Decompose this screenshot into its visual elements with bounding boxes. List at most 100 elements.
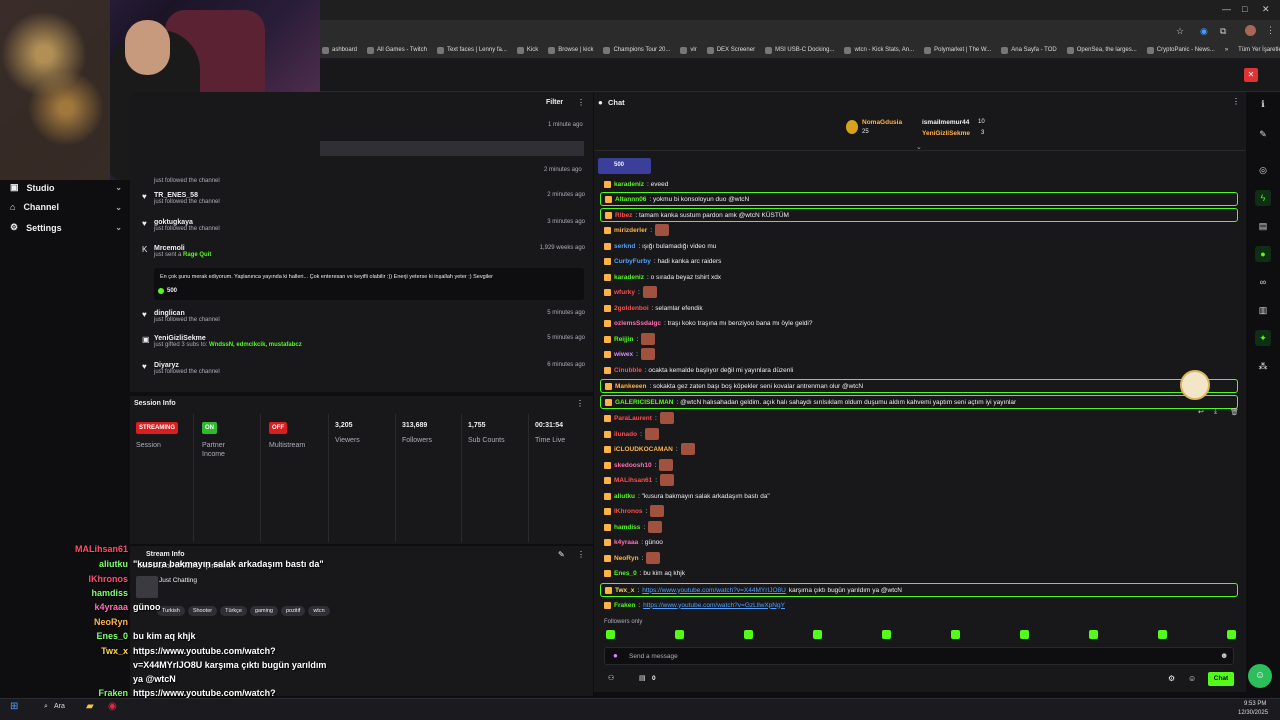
chat-username[interactable]: 2goldenboi [614, 305, 649, 312]
extension-icon[interactable]: ◉ [1200, 26, 1208, 37]
chat-message[interactable]: ozlemsSsdalgc : traşı koko traşına mı be… [604, 317, 812, 329]
maximize-icon[interactable]: □ [1242, 4, 1247, 14]
chat-username[interactable]: Reijjin [614, 336, 634, 343]
bookmark-item[interactable]: Polymarket | The W... [924, 46, 991, 54]
chat-message[interactable]: wfurky : [604, 286, 657, 298]
more-options-icon[interactable]: ⋮ [577, 98, 585, 107]
chat-message[interactable]: Cinubble : ocakta kemalde başlıyor değil… [604, 364, 793, 376]
chat-message[interactable]: serknd : ışığı bulamadığı video mu [604, 240, 716, 252]
kick-logo-icon[interactable]: ✕ [1244, 68, 1258, 82]
chat-username[interactable]: wiwex [614, 351, 633, 358]
chat-message[interactable]: hamdiss : [604, 521, 663, 533]
chat-message[interactable]: Fraken : https://www.youtube.com/watch?v… [604, 599, 788, 611]
chat-message[interactable]: NeoRyn : [604, 552, 661, 564]
chat-message[interactable]: Altannn06 : yokmu bi konsoloyun duo @wtc… [600, 192, 1238, 206]
quick-emote-icon[interactable] [1158, 630, 1167, 639]
bookmarks-overflow[interactable]: » [1225, 47, 1228, 53]
chat-message[interactable]: Rlbez : tamam kanka sustum pardon amk @w… [600, 208, 1238, 222]
chat-message[interactable]: Reijjin : [604, 333, 656, 345]
chrome-icon[interactable]: ◉ [108, 701, 117, 712]
taskbar-search-label[interactable]: Ara [54, 703, 65, 710]
chat-username[interactable]: ozlemsSsdalgc [614, 320, 661, 327]
info-icon[interactable]: ℹ [1255, 96, 1271, 112]
bookmark-item[interactable]: Browse | kick [548, 46, 593, 54]
chat-link[interactable]: https://www.youtube.com/watch?v=X44MYrIJ… [642, 587, 786, 594]
minimize-icon[interactable]: — [1222, 4, 1231, 14]
bookmark-item[interactable]: MSI USB-C Docking... [765, 46, 834, 54]
link-icon[interactable]: ∞ [1255, 274, 1271, 290]
chat-username[interactable]: Fraken [614, 602, 635, 609]
chat-input[interactable]: ● Send a message ☻ [604, 647, 1234, 665]
chat-bubble-icon[interactable]: ● [1255, 246, 1271, 262]
more-options-icon[interactable]: ⋮ [576, 399, 584, 408]
camera-icon[interactable]: ◎ [1255, 162, 1271, 178]
chat-message[interactable]: k4yraaa : günoo [604, 536, 663, 548]
nav-studio[interactable]: ▣ Studio ⌄ [10, 182, 122, 193]
activity-row[interactable]: ♥ TR_ENES_58 just followed the channel 2… [142, 192, 587, 205]
chat-username[interactable]: k4yraaa [614, 539, 638, 546]
folder-icon[interactable]: ▰ [86, 701, 94, 712]
filter-button[interactable]: Filter [546, 99, 563, 106]
quick-emote-icon[interactable] [882, 630, 891, 639]
chat-message[interactable]: mirizderler : [604, 224, 670, 236]
bookmark-item[interactable]: Ana Sayfa - TOD [1001, 46, 1057, 54]
bookmark-item[interactable]: Kick [516, 46, 538, 54]
bookmark-item[interactable]: Champions Tour 20... [603, 46, 670, 54]
more-options-icon[interactable]: ⋮ [1232, 97, 1240, 106]
bookmark-item[interactable]: Text faces | Lenny fa... [436, 46, 507, 54]
kicks-toggle-icon[interactable]: ⚇ [608, 674, 614, 682]
bookmark-item[interactable]: wtcn - Kick Stats, An... [844, 46, 914, 54]
bookmark-item[interactable]: vlr [680, 46, 697, 54]
chat-username[interactable]: iCLOUDKOCAMAN [614, 446, 673, 453]
chat-message[interactable]: GALERICISELMAN : @wtcN halısahadan geldi… [600, 395, 1238, 409]
chat-username[interactable]: karadeniz [614, 274, 644, 281]
assistant-bubble-icon[interactable]: ☺ [1248, 664, 1272, 688]
chat-message[interactable]: IKhronos : [604, 505, 665, 517]
chat-message[interactable]: iCLOUDKOCAMAN : [604, 443, 695, 455]
lightning-icon[interactable]: ϟ [1255, 190, 1271, 206]
chat-username[interactable]: NeoRyn [614, 555, 639, 562]
chat-message[interactable]: Twx_x : https://www.youtube.com/watch?v=… [600, 583, 1238, 597]
chat-username[interactable]: skedoosh10 [614, 462, 652, 469]
chat-username[interactable]: IKhronos [614, 508, 643, 515]
gift-icon[interactable]: ▤ [639, 674, 646, 682]
settings-icon[interactable]: ⚙ [1168, 674, 1175, 683]
reply-icon[interactable]: ↩ [1198, 408, 1204, 416]
emoji-icon[interactable]: ☻ [1220, 651, 1228, 660]
quick-emote-icon[interactable] [1227, 630, 1236, 639]
bookmark-item[interactable]: CryptoPanic - News... [1146, 46, 1215, 54]
activity-row[interactable]: ♥ Diyaryz just followed the channel 6 mi… [142, 362, 587, 375]
edit-icon[interactable]: ✎ [1255, 126, 1271, 142]
users-icon[interactable]: ☺ [1188, 674, 1196, 683]
mic-icon[interactable]: ● [613, 651, 618, 660]
chat-username[interactable]: MALihsan61 [614, 477, 652, 484]
wrench-icon[interactable]: ✦ [1255, 330, 1271, 346]
pin-icon[interactable]: ⤓ [1214, 408, 1217, 416]
quick-emote-icon[interactable] [1020, 630, 1029, 639]
nav-channel[interactable]: ⌂ Channel ⌄ [10, 202, 122, 212]
tools-icon[interactable]: ▥ [1255, 302, 1271, 318]
network-icon[interactable]: ⁂ [1255, 358, 1271, 374]
activity-row[interactable]: ▣ YeniGizliSekme just gifted 3 subs to: … [142, 335, 587, 348]
close-icon[interactable]: ✕ [1262, 4, 1270, 15]
nav-settings[interactable]: ⚙ Settings ⌄ [10, 222, 122, 233]
quick-emote-icon[interactable] [813, 630, 822, 639]
chat-link[interactable]: https://www.youtube.com/watch?v=GzLllwXp… [643, 602, 785, 609]
edit-icon[interactable]: ✎ [558, 550, 565, 559]
chat-username[interactable]: Twx_x [615, 587, 634, 594]
chat-username[interactable]: wfurky [614, 289, 635, 296]
quick-emote-icon[interactable] [675, 630, 684, 639]
chat-message[interactable]: karadeniz : eveed [604, 178, 668, 190]
profile-avatar[interactable] [1245, 25, 1256, 36]
chat-username[interactable]: Mankeeen [615, 383, 646, 390]
activity-row[interactable]: ♥ goktugkaya just followed the channel 3… [142, 219, 587, 232]
chat-message[interactable]: Enes_0 : bu kim aq khjk [604, 567, 685, 579]
all-bookmarks[interactable]: Tüm Yer İşaretleri [1238, 47, 1280, 53]
page-icon[interactable]: ▤ [1255, 218, 1271, 234]
bookmark-item[interactable]: DEX Screener [706, 46, 755, 54]
chat-username[interactable]: Enes_0 [614, 570, 637, 577]
chat-username[interactable]: Rlbez [615, 212, 632, 219]
chat-username[interactable]: mirizderler [614, 227, 647, 234]
chat-message[interactable]: aliutku : "kusura bakmayın salak arkadaş… [604, 490, 770, 502]
puzzle-icon[interactable]: ⧉ [1220, 26, 1226, 37]
